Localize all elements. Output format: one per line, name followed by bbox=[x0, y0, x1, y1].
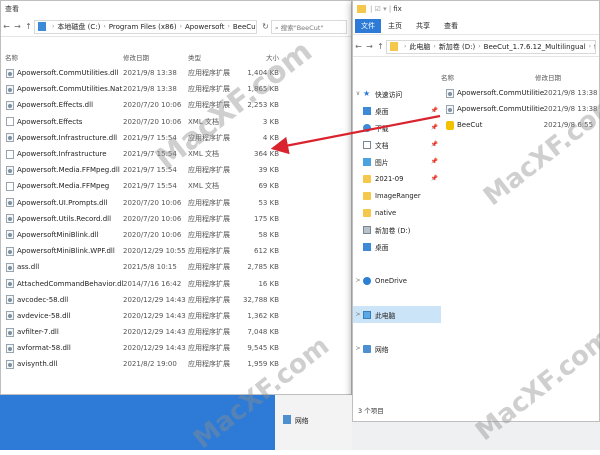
annotation-arrow bbox=[270, 114, 441, 155]
red-arrow-line bbox=[270, 114, 441, 155]
